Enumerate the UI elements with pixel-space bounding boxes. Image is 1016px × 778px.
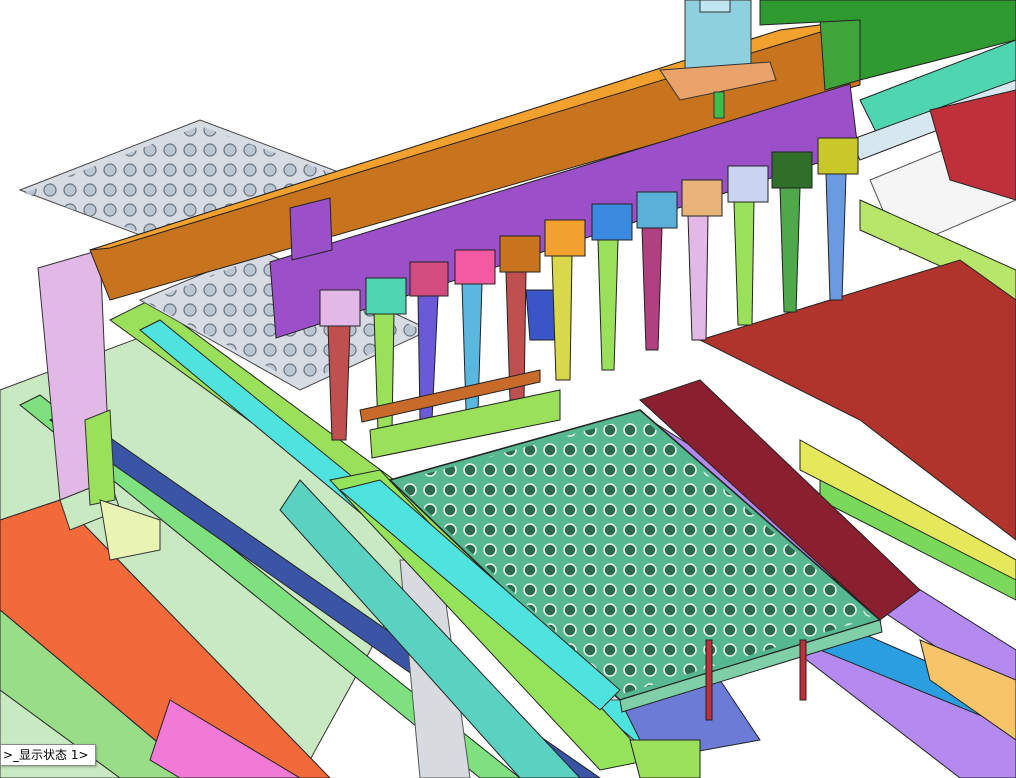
cad-viewport[interactable]: >_显示状态 1>	[0, 0, 1016, 778]
configuration-tag[interactable]: >_显示状态 1>	[0, 744, 96, 766]
assembly-model[interactable]	[0, 0, 1016, 778]
